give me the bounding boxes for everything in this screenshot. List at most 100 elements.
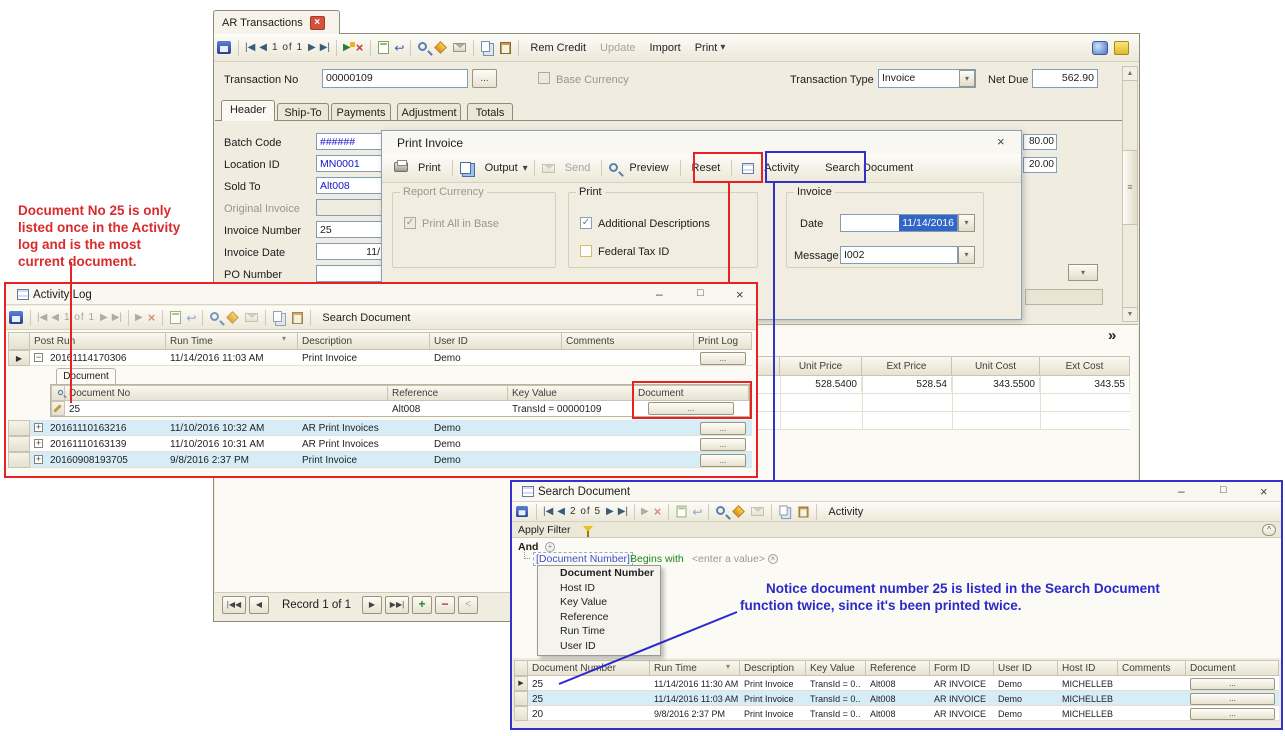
- email-icon[interactable]: [453, 43, 466, 52]
- filter-field-link[interactable]: [Document Number]: [533, 552, 633, 566]
- search-document-button[interactable]: Search Document: [315, 312, 417, 324]
- col-run-time[interactable]: Run Time: [166, 332, 298, 350]
- preview-icon[interactable]: [716, 506, 725, 515]
- record-back-button[interactable]: <: [458, 596, 478, 614]
- help-icon[interactable]: [733, 505, 746, 518]
- nav-first-button[interactable]: |◀: [541, 506, 555, 517]
- col-document[interactable]: Document: [1186, 660, 1279, 676]
- record-next-button[interactable]: ▶: [362, 596, 382, 614]
- grid-col-unit-cost[interactable]: Unit Cost: [952, 356, 1040, 376]
- user-lookup-icon[interactable]: [1092, 41, 1108, 55]
- output-icon[interactable]: [460, 162, 471, 174]
- col-reference[interactable]: Reference: [866, 660, 930, 676]
- copy-icon[interactable]: [273, 311, 282, 322]
- invoice-date-input[interactable]: 11/14/2016: [840, 214, 958, 232]
- additional-descriptions-checkbox[interactable]: ✓: [580, 217, 592, 229]
- dropdown-item-user-id[interactable]: User ID: [538, 639, 660, 654]
- activity-button[interactable]: Activity: [821, 506, 870, 518]
- nav-last-button[interactable]: ▶|: [318, 42, 332, 53]
- refresh-icon[interactable]: [677, 506, 687, 518]
- col-description[interactable]: Description: [298, 332, 430, 350]
- copy-icon[interactable]: [481, 41, 490, 52]
- stub-dropdown-icon[interactable]: ▾: [1068, 264, 1098, 281]
- col-key-value[interactable]: Key Value: [806, 660, 866, 676]
- undo-icon[interactable]: ↩: [392, 41, 406, 55]
- scroll-up-button[interactable]: ▲: [1122, 66, 1138, 81]
- import-button[interactable]: Import: [643, 42, 688, 54]
- expand-row-icon[interactable]: +: [34, 455, 43, 464]
- col-comments[interactable]: Comments: [1118, 660, 1186, 676]
- transaction-no-input[interactable]: 00000109: [322, 69, 468, 88]
- dropdown-item-run-time[interactable]: Run Time: [538, 624, 660, 639]
- save-icon[interactable]: [9, 311, 23, 324]
- col-post-run[interactable]: Post Run: [30, 332, 166, 350]
- add-condition-icon[interactable]: +: [545, 542, 555, 552]
- save-icon[interactable]: [217, 41, 231, 54]
- location-id-field[interactable]: MN0001: [316, 155, 384, 172]
- tab-ship-to[interactable]: Ship-To: [277, 103, 329, 121]
- activity-log-maximize-icon[interactable]: □: [697, 287, 704, 299]
- delete-icon[interactable]: ×: [353, 40, 367, 55]
- record-last-button[interactable]: ▶▶|: [385, 596, 409, 614]
- collapse-row-icon[interactable]: −: [34, 353, 43, 362]
- paste-icon[interactable]: [500, 42, 511, 54]
- invoice-message-input[interactable]: I002: [840, 246, 958, 264]
- expand-row-icon[interactable]: +: [34, 439, 43, 448]
- col-key-value[interactable]: Key Value: [508, 385, 634, 401]
- invoice-number-field[interactable]: 25: [316, 221, 384, 238]
- output-button[interactable]: Output: [478, 162, 521, 174]
- help-icon[interactable]: [227, 311, 240, 324]
- print-log-button[interactable]: ...: [700, 422, 746, 435]
- col-print-log[interactable]: Print Log: [694, 332, 752, 350]
- filter-operator-link[interactable]: Begins with: [630, 553, 684, 565]
- federal-tax-id-checkbox[interactable]: [580, 245, 592, 257]
- grid-more-chevron[interactable]: »: [1108, 327, 1116, 344]
- tab-totals[interactable]: Totals: [467, 103, 513, 121]
- col-form-id[interactable]: Form ID: [930, 660, 994, 676]
- transaction-type-dropdown-icon[interactable]: ▾: [959, 70, 975, 87]
- nav-first-button[interactable]: |◀: [243, 42, 257, 53]
- paste-icon[interactable]: [799, 506, 809, 517]
- activity-log-minimize-icon[interactable]: –: [656, 287, 663, 301]
- remove-condition-icon[interactable]: ×: [768, 554, 778, 564]
- grid-col-unit-price[interactable]: Unit Price: [780, 356, 862, 376]
- po-number-field[interactable]: [316, 265, 384, 282]
- ar-transactions-tab[interactable]: AR Transactions ×: [213, 10, 340, 34]
- row-selector[interactable]: ▶: [514, 676, 528, 691]
- print-menu-arrow-icon[interactable]: ▾: [718, 42, 727, 53]
- col-user-id[interactable]: User ID: [430, 332, 562, 350]
- col-reference[interactable]: Reference: [388, 385, 508, 401]
- nav-prev-button[interactable]: ◀: [257, 42, 269, 53]
- print-log-button[interactable]: ...: [700, 454, 746, 467]
- grid-col-ext-cost[interactable]: Ext Cost: [1040, 356, 1130, 376]
- tab-payments[interactable]: Payments: [331, 103, 391, 121]
- col-user-id[interactable]: User ID: [994, 660, 1058, 676]
- proceed-icon[interactable]: ▶: [341, 42, 353, 53]
- row-selector[interactable]: [8, 420, 30, 436]
- preview-icon[interactable]: [418, 42, 427, 51]
- col-comments[interactable]: Comments: [562, 332, 694, 350]
- dropdown-item-key-value[interactable]: Key Value: [538, 595, 660, 610]
- col-document-no[interactable]: Document No: [65, 385, 388, 401]
- scroll-down-button[interactable]: ▼: [1122, 307, 1138, 322]
- row-selector[interactable]: [514, 691, 528, 706]
- nav-next-button[interactable]: ▶: [306, 42, 318, 53]
- print-log-button[interactable]: ...: [700, 438, 746, 451]
- row-selector[interactable]: [8, 436, 30, 452]
- col-description[interactable]: Description: [740, 660, 806, 676]
- preview-button[interactable]: Preview: [622, 162, 675, 174]
- help-icon[interactable]: [435, 41, 448, 54]
- update-button[interactable]: Update: [593, 42, 642, 54]
- record-add-button[interactable]: +: [412, 596, 432, 614]
- document-button[interactable]: ...: [1190, 708, 1275, 720]
- scrollbar-thumb[interactable]: ≡: [1122, 150, 1138, 225]
- dropdown-item-reference[interactable]: Reference: [538, 610, 660, 625]
- notes-icon[interactable]: [1114, 41, 1129, 55]
- dropdown-item-host-id[interactable]: Host ID: [538, 581, 660, 596]
- filter-value-placeholder[interactable]: <enter a value>: [692, 553, 765, 565]
- sold-to-field[interactable]: Alt008: [316, 177, 384, 194]
- invoice-date-field[interactable]: 11/: [316, 243, 384, 260]
- print-log-button[interactable]: ...: [700, 352, 746, 365]
- copy-icon[interactable]: [780, 505, 788, 515]
- print-icon[interactable]: [394, 162, 408, 172]
